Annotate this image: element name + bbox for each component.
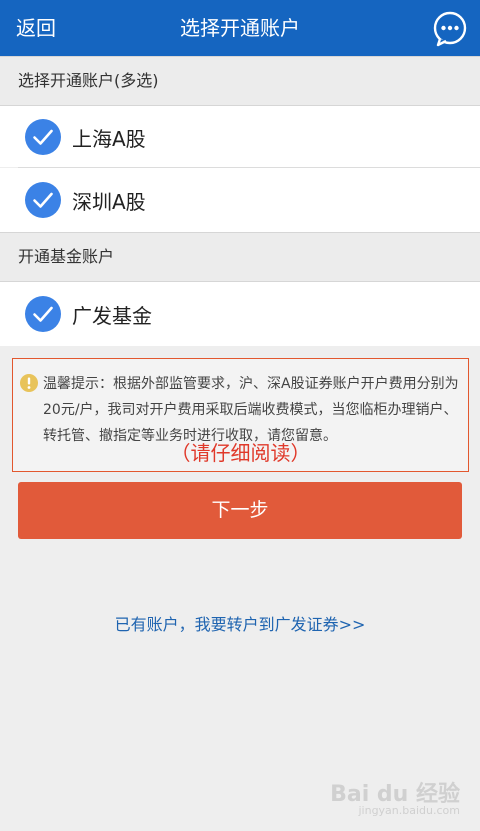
info-icon: [20, 374, 38, 392]
option-label: 上海A股: [72, 127, 146, 151]
option-gf-fund[interactable]: 广发基金: [0, 282, 480, 346]
top-bar: 返回 选择开通账户: [0, 0, 480, 56]
check-circle-icon[interactable]: [25, 182, 61, 218]
option-shanghai-a[interactable]: 上海A股: [0, 106, 480, 167]
baidu-jingyan-watermark: Bai du 经验 jingyan.baidu.com: [330, 776, 460, 817]
check-circle-icon[interactable]: [25, 296, 61, 332]
read-carefully-note: （请仔细阅读）: [170, 441, 311, 465]
option-label: 深圳A股: [72, 190, 146, 214]
stock-section-header: 选择开通账户(多选): [0, 56, 480, 106]
chat-bubble-icon[interactable]: [432, 11, 468, 47]
check-circle-icon[interactable]: [25, 119, 61, 155]
option-label: 广发基金: [72, 304, 152, 328]
option-shenzhen-a[interactable]: 深圳A股: [0, 168, 480, 232]
notice-text: 温馨提示：根据外部监管要求，沪、深A股证券账户开户费用分别为20元/户，我司对开…: [43, 376, 459, 444]
notice-box: 温馨提示：根据外部监管要求，沪、深A股证券账户开户费用分别为20元/户，我司对开…: [12, 358, 469, 472]
next-step-button[interactable]: 下一步: [18, 482, 462, 539]
page-title: 选择开通账户: [180, 16, 300, 40]
transfer-account-link[interactable]: 已有账户，我要转户到广发证券>>: [0, 612, 480, 638]
fund-section-header: 开通基金账户: [0, 232, 480, 282]
